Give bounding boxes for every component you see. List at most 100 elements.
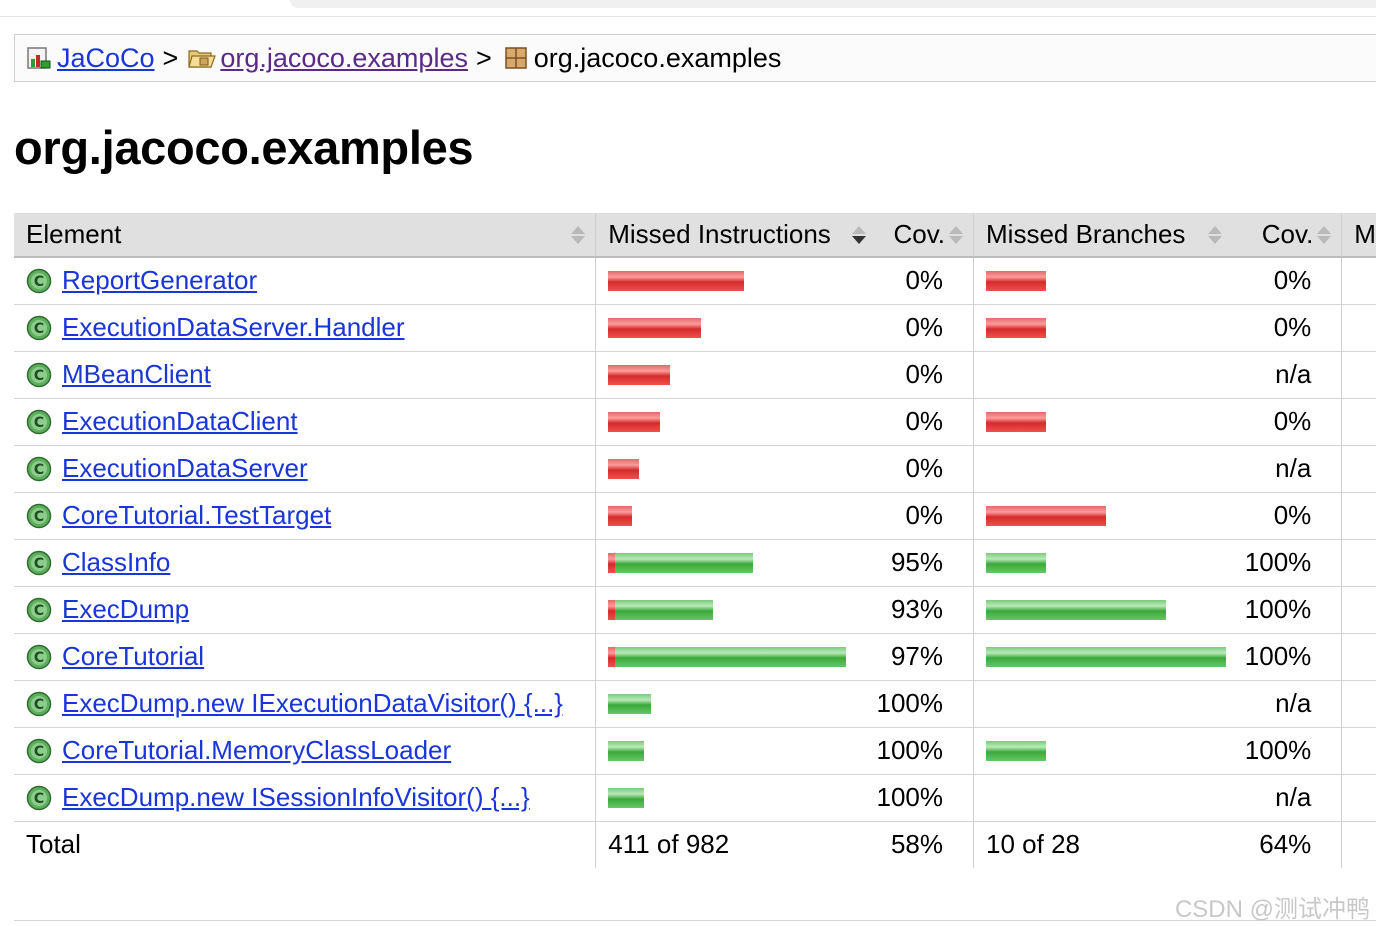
branch-coverage-cell: n/a [1226,351,1343,399]
instruction-coverage-bar [608,505,866,526]
total-instruction-coverage: 58% [865,821,975,868]
class-link[interactable]: CoreTutorial [62,641,204,672]
class-link[interactable]: ExecDump.new ISessionInfoVisitor() {...} [62,782,530,813]
class-link[interactable]: ExecutionDataServer.Handler [62,312,405,343]
class-icon: C [26,456,52,482]
breadcrumb-root-link[interactable]: JaCoCo [57,43,155,74]
branch-coverage-cell: 0% [1226,257,1343,305]
header-instruction-coverage[interactable]: Cov. [865,213,975,258]
class-link[interactable]: ExecutionDataServer [62,453,308,484]
next-column-cell [1341,445,1376,493]
svg-text:C: C [34,274,44,290]
header-branch-coverage[interactable]: Cov. [1226,213,1343,258]
branch-covered-segment [986,646,1227,667]
sort-icon [1317,225,1332,245]
instruction-missed-segment [608,552,616,573]
instruction-coverage-cell: 93% [865,586,975,634]
table-row: C CoreTutorial.MemoryClassLoader 100% 100% [14,727,1376,775]
table-total-row: Total 411 of 982 58% 10 of 28 64% [14,821,1376,868]
element-cell: C ExecDump.new IExecutionDataVisitor() {.… [14,680,597,728]
element-cell: C ExecutionDataClient [14,398,597,446]
next-column-cell [1341,398,1376,446]
breadcrumb-bundle-link[interactable]: org.jacoco.examples [220,43,468,74]
missed-instructions-cell [595,586,866,634]
next-column-cell [1341,257,1376,305]
header-element[interactable]: Element [14,213,597,258]
missed-instructions-cell [595,633,866,681]
missed-branches-cell [973,398,1227,446]
element-cell: C MBeanClient [14,351,597,399]
missed-branches-cell [973,633,1227,681]
breadcrumb-separator: > [475,42,492,73]
instruction-covered-segment [615,599,714,620]
instruction-coverage-cell: 95% [865,539,975,587]
table-row: C CoreTutorial.TestTarget 0% 0% [14,492,1376,540]
instruction-covered-segment [608,787,645,808]
class-icon: C [26,550,52,576]
missed-branches-cell [973,257,1227,305]
class-link[interactable]: ExecDump.new IExecutionDataVisitor() {..… [62,688,563,719]
element-cell: C ClassInfo [14,539,597,587]
missed-instructions-cell [595,304,866,352]
class-link[interactable]: MBeanClient [62,359,211,390]
class-icon: C [26,315,52,341]
table-row: C ExecutionDataServer.Handler 0% 0% [14,304,1376,352]
svg-text:C: C [34,697,44,713]
branch-coverage-cell: n/a [1226,680,1343,728]
bottom-divider [14,920,1376,921]
instruction-missed-segment [608,317,702,338]
branch-coverage-cell: 0% [1226,398,1343,446]
missed-instructions-cell [595,539,866,587]
branch-coverage-cell: n/a [1226,774,1343,822]
class-link[interactable]: ExecDump [62,594,189,625]
instruction-coverage-cell: 0% [865,351,975,399]
missed-branches-cell [973,774,1227,822]
table-row: C ExecDump 93% 100% [14,586,1376,634]
class-link[interactable]: CoreTutorial.MemoryClassLoader [62,735,451,766]
instruction-coverage-cell: 0% [865,492,975,540]
class-link[interactable]: CoreTutorial.TestTarget [62,500,331,531]
class-link[interactable]: ReportGenerator [62,265,257,296]
class-icon: C [26,409,52,435]
missed-instructions-cell [595,680,866,728]
top-divider [0,16,1376,17]
svg-text:C: C [34,368,44,384]
instruction-coverage-cell: 0% [865,257,975,305]
class-link[interactable]: ExecutionDataClient [62,406,298,437]
branch-covered-segment [986,599,1167,620]
branch-missed-segment [986,411,1047,432]
svg-text:C: C [34,509,44,525]
next-column-cell [1341,539,1376,587]
instruction-coverage-cell: 97% [865,633,975,681]
instruction-covered-segment [608,693,652,714]
instruction-missed-segment [608,458,640,479]
header-missed-instructions[interactable]: Missed Instructions [595,213,866,258]
branch-coverage-bar [986,411,1226,432]
instruction-covered-segment [615,646,847,667]
svg-text:C: C [34,462,44,478]
instruction-coverage-bar [608,270,866,291]
table-row: C ExecDump.new IExecutionDataVisitor() {.… [14,680,1376,728]
missed-branches-cell [973,539,1227,587]
next-column-cell [1341,774,1376,822]
header-missed-branches[interactable]: Missed Branches [973,213,1227,258]
header-next-column[interactable]: M [1341,213,1376,258]
element-cell: C ExecutionDataServer.Handler [14,304,597,352]
class-link[interactable]: ClassInfo [62,547,170,578]
svg-text:C: C [34,321,44,337]
sort-desc-icon [851,225,866,245]
instruction-covered-segment [608,740,645,761]
instruction-coverage-bar [608,646,866,667]
missed-branches-cell [973,492,1227,540]
branch-coverage-bar [986,646,1227,667]
sort-icon [1208,225,1223,245]
branch-coverage-bar [986,505,1226,526]
branch-coverage-cell: 100% [1226,586,1343,634]
instruction-coverage-cell: 100% [865,680,975,728]
instruction-coverage-bar [608,317,866,338]
instruction-coverage-cell: 100% [865,774,975,822]
instruction-missed-segment [608,270,745,291]
breadcrumb-separator: > [162,42,179,73]
total-label: Total [14,821,597,868]
browser-top-strip [290,0,1376,8]
